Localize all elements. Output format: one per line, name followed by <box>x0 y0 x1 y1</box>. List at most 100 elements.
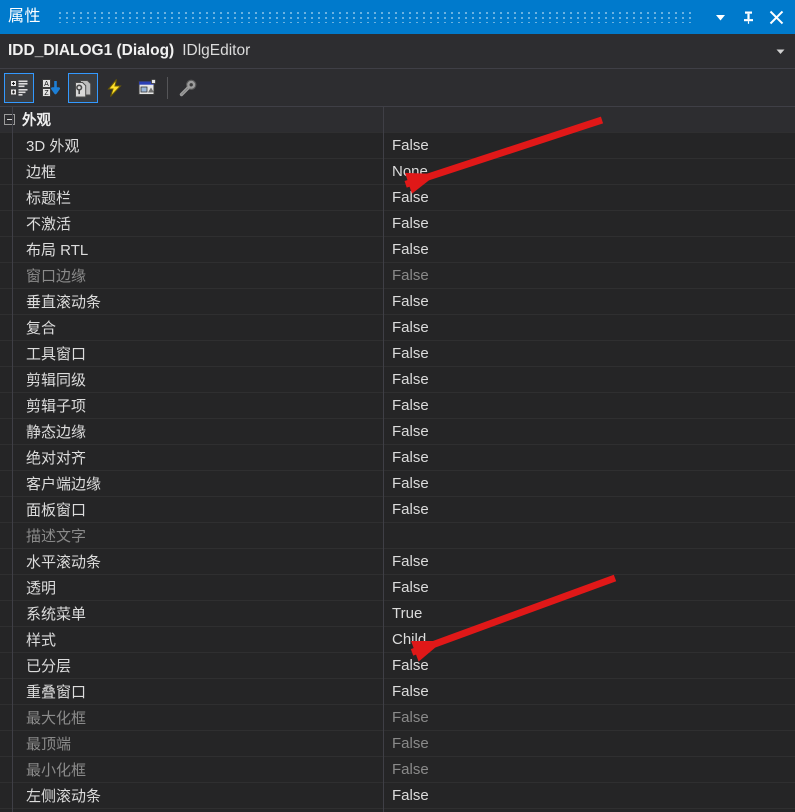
grid-indent-line <box>12 107 13 812</box>
property-row[interactable]: 最小化框 False <box>0 757 795 783</box>
property-pages-icon[interactable] <box>68 72 98 103</box>
toolbar-separator <box>167 76 168 99</box>
property-row[interactable]: 工具窗口 False <box>0 341 795 367</box>
property-name: 样式 <box>26 632 57 649</box>
property-name: 复合 <box>26 320 57 337</box>
object-selector[interactable]: IDD_DIALOG1 (Dialog) IDlgEditor <box>0 34 795 69</box>
categorized-view-icon[interactable] <box>4 72 34 103</box>
close-icon[interactable] <box>763 4 789 30</box>
property-row[interactable]: 最顶端 False <box>0 731 795 757</box>
property-row[interactable]: 水平滚动条 False <box>0 549 795 575</box>
property-value[interactable]: False <box>383 319 795 336</box>
property-value[interactable]: False <box>383 761 795 778</box>
property-value[interactable]: False <box>383 709 795 726</box>
property-value[interactable]: False <box>383 397 795 414</box>
property-row[interactable]: 垂直滚动条 False <box>0 289 795 315</box>
object-name: IDD_DIALOG1 (Dialog) <box>8 42 175 59</box>
object-type: IDlgEditor <box>182 42 251 59</box>
property-value[interactable]: False <box>383 475 795 492</box>
property-value[interactable]: False <box>383 683 795 700</box>
property-name: 描述文字 <box>26 528 87 545</box>
property-row[interactable]: 标题栏 False <box>0 185 795 211</box>
property-name: 水平滚动条 <box>26 554 102 571</box>
property-value[interactable]: False <box>383 449 795 466</box>
category-collapse-toggle[interactable] <box>0 107 18 133</box>
dialog-editor-icon[interactable] <box>132 73 162 103</box>
property-name: 不激活 <box>26 216 72 233</box>
property-value[interactable]: False <box>383 137 795 154</box>
property-row[interactable]: 已分层 False <box>0 653 795 679</box>
property-value[interactable]: False <box>383 553 795 570</box>
properties-toolbar: A Z <box>0 69 795 107</box>
panel-titlebar: 属性 <box>0 0 795 34</box>
property-row[interactable]: 不激活 False <box>0 211 795 237</box>
property-name: 绝对对齐 <box>26 450 87 467</box>
property-name: 工具窗口 <box>26 346 87 363</box>
property-row[interactable]: 最大化框 False <box>0 705 795 731</box>
svg-text:Z: Z <box>44 90 49 97</box>
pin-icon[interactable] <box>735 4 761 30</box>
property-name: 最顶端 <box>26 736 72 753</box>
alphabetical-view-icon[interactable]: A Z <box>36 73 66 103</box>
property-grid[interactable]: 外观 3D 外观 False 边框 None 标题栏 False 不激活 False 布局 RT… <box>0 107 795 812</box>
category-row-appearance[interactable]: 外观 <box>0 107 795 133</box>
property-value[interactable]: False <box>383 293 795 310</box>
property-row[interactable]: 绝对对齐 False <box>0 445 795 471</box>
property-name: 剪辑同级 <box>26 372 87 389</box>
property-row[interactable]: 剪辑子项 False <box>0 393 795 419</box>
property-value[interactable]: False <box>383 241 795 258</box>
property-value[interactable]: False <box>383 189 795 206</box>
drag-handle[interactable] <box>59 11 695 23</box>
property-row[interactable]: 剪辑同级 False <box>0 367 795 393</box>
titlebar-buttons <box>707 4 789 30</box>
property-row[interactable]: 边框 None <box>0 159 795 185</box>
property-value[interactable]: False <box>383 345 795 362</box>
property-name: 最大化框 <box>26 710 87 727</box>
grid-column-divider[interactable] <box>383 107 384 812</box>
property-name: 客户端边缘 <box>26 476 102 493</box>
property-row[interactable]: 透明 False <box>0 575 795 601</box>
property-value[interactable]: True <box>383 605 795 622</box>
panel-menu-button[interactable] <box>707 4 733 30</box>
property-row[interactable]: 重叠窗口 False <box>0 679 795 705</box>
property-name: 最小化框 <box>26 762 87 779</box>
property-value[interactable]: False <box>383 423 795 440</box>
object-dropdown-button[interactable] <box>765 34 795 68</box>
messages-key-icon[interactable] <box>173 73 203 103</box>
property-row[interactable]: 复合 False <box>0 315 795 341</box>
property-value[interactable]: Child <box>383 631 795 648</box>
property-name: 已分层 <box>26 658 72 675</box>
property-value[interactable]: None <box>383 163 795 180</box>
property-row[interactable]: 静态边缘 False <box>0 419 795 445</box>
property-row[interactable]: 客户端边缘 False <box>0 471 795 497</box>
property-name: 边框 <box>26 164 57 181</box>
category-label: 外观 <box>22 113 51 129</box>
property-row[interactable]: 描述文字 <box>0 523 795 549</box>
property-value[interactable]: False <box>383 735 795 752</box>
property-row[interactable]: 系统菜单 True <box>0 601 795 627</box>
property-value[interactable]: False <box>383 501 795 518</box>
property-row[interactable]: 面板窗口 False <box>0 497 795 523</box>
property-name: 3D 外观 <box>26 138 80 155</box>
property-name: 透明 <box>26 580 57 597</box>
svg-text:A: A <box>44 81 49 88</box>
property-name: 窗口边缘 <box>26 268 87 285</box>
property-rows-container: 3D 外观 False 边框 None 标题栏 False 不激活 False 布局 RTL Fa… <box>0 133 795 809</box>
property-row[interactable]: 左侧滚动条 False <box>0 783 795 809</box>
property-row[interactable]: 样式 Child <box>0 627 795 653</box>
property-value[interactable]: False <box>383 579 795 596</box>
property-value[interactable]: False <box>383 215 795 232</box>
property-name: 左侧滚动条 <box>26 788 102 805</box>
events-icon[interactable] <box>100 73 130 103</box>
property-row[interactable]: 布局 RTL False <box>0 237 795 263</box>
properties-panel: 属性 IDD_DIALOG1 (Dialog) IDlgEditor A Z 外… <box>0 0 795 812</box>
property-name: 剪辑子项 <box>26 398 87 415</box>
property-row[interactable]: 3D 外观 False <box>0 133 795 159</box>
property-value[interactable]: False <box>383 787 795 804</box>
property-name: 面板窗口 <box>26 502 87 519</box>
property-value[interactable]: False <box>383 657 795 674</box>
property-value[interactable]: False <box>383 371 795 388</box>
property-value[interactable]: False <box>383 267 795 284</box>
property-name: 布局 RTL <box>26 242 89 259</box>
property-row[interactable]: 窗口边缘 False <box>0 263 795 289</box>
